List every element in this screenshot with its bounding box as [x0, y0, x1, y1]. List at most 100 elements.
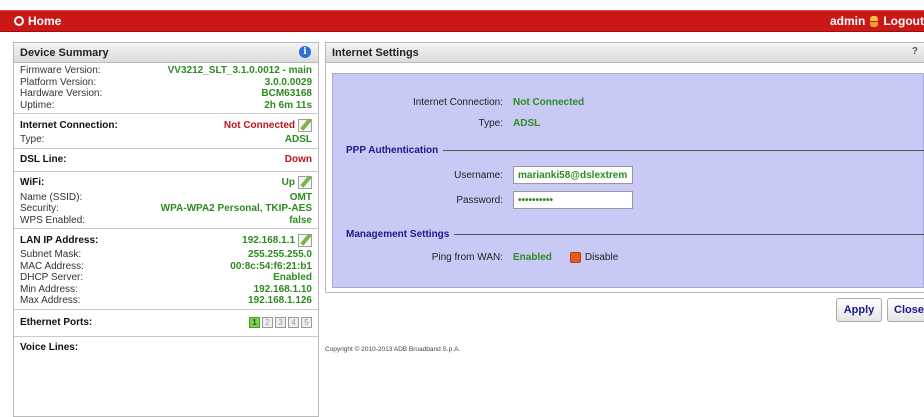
ethernet-section: Ethernet Ports: 1 2 3 4 5	[14, 310, 318, 337]
hardware-value: BCM63168	[261, 88, 312, 100]
password-row: Password:	[333, 191, 633, 209]
edit-internet-icon[interactable]	[298, 118, 312, 132]
min-value: 192.168.1.10	[253, 283, 312, 295]
dhcp-label: DHCP Server:	[20, 272, 84, 284]
internet-label: Internet Connection:	[20, 119, 118, 131]
disable-checkbox[interactable]	[569, 252, 581, 263]
info-icon[interactable]: i	[299, 46, 311, 58]
connection-row: Internet Connection: Not Connected	[333, 97, 584, 108]
copyright-text: Copyright © 2010-2013 ADB Broadband S.p.…	[325, 346, 461, 353]
ethernet-row: Ethernet Ports: 1 2 3 4 5	[20, 312, 312, 334]
ppp-legend-label: PPP Authentication	[346, 145, 439, 156]
mac-row: MAC Address: 00:8c:54:f6:21:b1	[20, 261, 312, 273]
device-summary-panel: Device Summary i Firmware Version: VV3212…	[13, 42, 319, 417]
help-icon[interactable]: ?	[912, 46, 918, 57]
ping-label: Ping from WAN:	[431, 252, 503, 263]
uptime-value: 2h 6m 11s	[264, 99, 312, 111]
home-link[interactable]: Home	[14, 14, 61, 28]
wifi-section: WiFi: Up Name (SSID): OMT Security: WPA-WPA…	[14, 172, 318, 229]
firmware-section: Firmware Version: VV3212_SLT_3.1.0.0012 -…	[14, 63, 318, 114]
hardware-row: Hardware Version: BCM63168	[20, 88, 312, 100]
apply-button[interactable]: Apply	[836, 298, 882, 322]
wps-row: WPS Enabled: false	[20, 215, 312, 227]
internet-row: Internet Connection: Not Connected	[20, 116, 312, 134]
firmware-value: VV3212_SLT_3.1.0.0012 - main	[167, 65, 312, 77]
close-button[interactable]: Close	[887, 298, 924, 322]
password-label: Password:	[456, 194, 503, 206]
top-bar: Home admin Logout	[0, 10, 924, 32]
ping-row: Ping from WAN: Enabled Disable	[333, 252, 618, 263]
lan-value: 192.168.1.1	[242, 234, 295, 246]
device-summary-header: Device Summary i	[14, 43, 318, 63]
platform-value: 3.0.0.0029	[264, 76, 312, 88]
wifi-row: WiFi: Up	[20, 174, 312, 192]
connection-value: Not Connected	[513, 97, 585, 108]
subnet-row: Subnet Mask: 255.255.255.0	[20, 249, 312, 261]
dsl-status: Down	[284, 154, 312, 165]
logout-link[interactable]: Logout	[883, 14, 924, 28]
type-setting-label: Type:	[478, 118, 503, 129]
voice-row: Voice Lines:	[20, 339, 312, 357]
username-row: Username:	[333, 166, 633, 184]
uptime-label: Uptime:	[20, 99, 55, 111]
disable-label: Disable	[584, 252, 619, 263]
management-legend: Management Settings	[346, 229, 924, 240]
connection-label: Internet Connection:	[412, 97, 503, 108]
ping-value: Enabled	[513, 252, 552, 263]
voice-section: Voice Lines:	[14, 337, 318, 359]
edit-wifi-icon[interactable]	[298, 176, 312, 189]
lan-row: LAN IP Address: 192.168.1.1	[20, 231, 312, 249]
dhcp-row: DHCP Server: Enabled	[20, 272, 312, 284]
firmware-row: Firmware Version: VV3212_SLT_3.1.0.0012 -…	[20, 65, 312, 77]
ssid-value: OMT	[289, 191, 312, 203]
security-label: Security:	[20, 203, 59, 215]
type-setting-row: Type: ADSL	[333, 118, 541, 129]
settings-form: Internet Connection: Not Connected Type:…	[332, 73, 924, 288]
type-label: Type:	[20, 134, 45, 146]
port-3[interactable]: 3	[275, 317, 286, 328]
max-row: Max Address: 192.168.1.126	[20, 295, 312, 307]
subnet-value: 255.255.255.0	[248, 249, 312, 261]
voice-label: Voice Lines:	[20, 342, 79, 353]
home-label: Home	[28, 14, 62, 28]
ethernet-ports: 1 2 3 4 5	[249, 317, 312, 328]
port-5[interactable]: 5	[301, 317, 312, 328]
platform-row: Platform Version: 3.0.0.0029	[20, 77, 312, 89]
firmware-label: Firmware Version:	[20, 65, 101, 77]
wifi-label: WiFi:	[20, 177, 45, 188]
security-row: Security: WPA-WPA2 Personal, TKIP-AES	[20, 203, 312, 215]
min-row: Min Address: 192.168.1.10	[20, 284, 312, 296]
home-icon	[14, 16, 24, 26]
subnet-label: Subnet Mask:	[20, 249, 82, 261]
wifi-status: Up	[281, 177, 295, 188]
ppp-divider	[443, 150, 924, 151]
wps-value: false	[289, 214, 312, 226]
username-label: admin	[830, 14, 866, 28]
security-value: WPA-WPA2 Personal, TKIP-AES	[160, 203, 312, 215]
internet-section: Internet Connection: Not Connected Type: A…	[14, 114, 318, 149]
lan-section: LAN IP Address: 192.168.1.1 Subnet Mask: 2…	[14, 229, 318, 310]
internet-settings-panel: Internet Settings ? Internet Connection:…	[325, 42, 924, 293]
max-label: Max Address:	[20, 295, 81, 307]
uptime-row: Uptime: 2h 6m 11s	[20, 100, 312, 112]
port-4[interactable]: 4	[288, 317, 299, 328]
type-setting-value: ADSL	[513, 118, 541, 129]
management-divider	[454, 234, 924, 235]
ssid-row: Name (SSID): OMT	[20, 192, 312, 204]
username-input[interactable]	[513, 166, 633, 184]
dhcp-value: Enabled	[273, 272, 312, 284]
user-icon	[870, 15, 879, 27]
lan-label: LAN IP Address:	[20, 234, 99, 246]
password-input[interactable]	[513, 191, 633, 209]
port-1[interactable]: 1	[249, 317, 260, 328]
internet-status: Not Connected	[223, 119, 295, 131]
type-row: Type: ADSL	[20, 134, 312, 146]
mac-value: 00:8c:54:f6:21:b1	[230, 260, 312, 272]
port-2[interactable]: 2	[262, 317, 273, 328]
platform-label: Platform Version:	[20, 76, 97, 88]
edit-lan-icon[interactable]	[298, 233, 312, 247]
mac-label: MAC Address:	[20, 260, 84, 272]
dsl-row: DSL Line: Down	[20, 151, 312, 169]
dsl-label: DSL Line:	[20, 154, 67, 165]
type-value: ADSL	[284, 134, 312, 146]
